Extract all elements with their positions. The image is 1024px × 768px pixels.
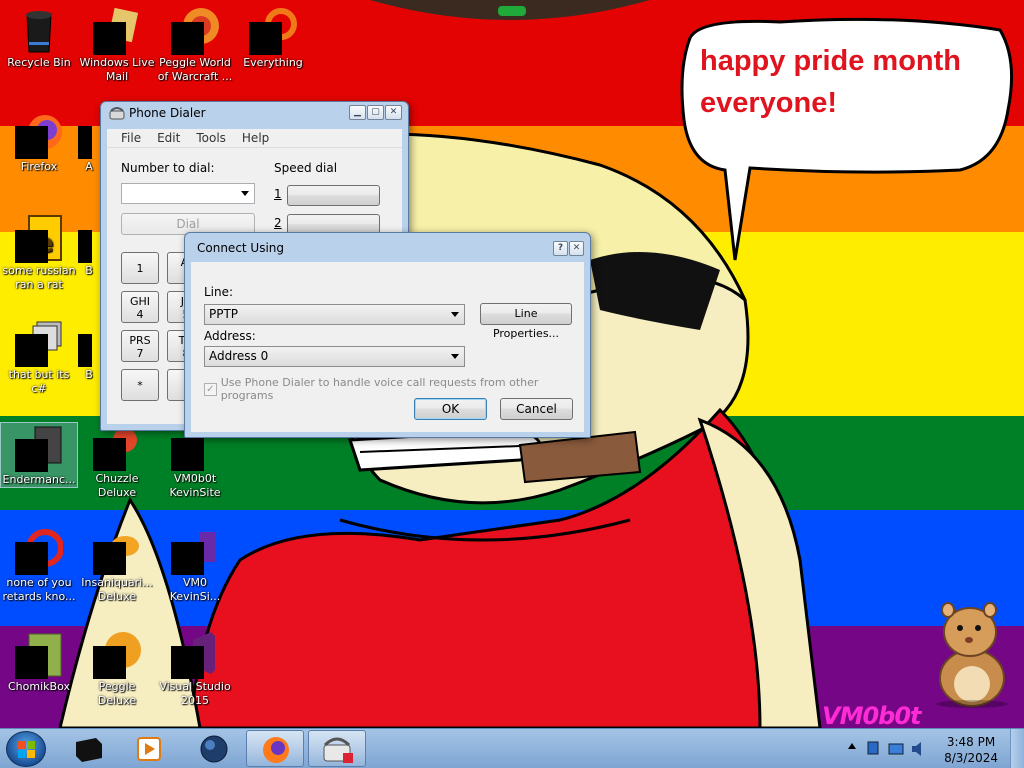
ok-button[interactable]: OK [414,398,487,420]
phone-dialer-menubar: File Edit Tools Help [107,129,402,148]
desktop-icon-hidden-b[interactable]: B [78,214,100,278]
phone-icon [109,107,125,120]
keypad-4[interactable]: GHI 4 [121,291,159,323]
hamster-icon [936,602,1008,708]
desktop-icon-insaniquarium[interactable]: Insaniquari... Deluxe [78,526,156,604]
line-label: Line: [204,285,234,299]
speaker-icon[interactable] [910,740,926,758]
speed-dial-2-label: 2 [274,216,282,230]
phone-dialer-titlebar[interactable]: Phone Dialer ▁ ▢ ✕ [101,102,408,126]
close-button[interactable]: ✕ [385,105,402,120]
menu-file[interactable]: File [113,129,149,147]
taskbar-clock[interactable]: 3:48 PM 8/3/2024 [944,734,998,766]
desktop-icon-chomikbox[interactable]: ChomikBox [0,630,78,694]
phone-dialer-title: Phone Dialer [129,106,206,120]
chevron-down-icon [451,312,459,317]
show-desktop-button[interactable] [1010,729,1024,768]
desktop-icon-hidden-a[interactable]: A [78,110,100,174]
speed-dial-label: Speed dial [274,161,338,175]
keypad-1[interactable]: 1 [121,252,159,284]
keypad-star[interactable]: * [121,369,159,401]
taskbar-app-firefox[interactable] [246,730,304,767]
desktop-icon-endermanch[interactable]: Endermanc... [0,422,78,488]
clock-time: 3:48 PM [946,735,996,749]
chevron-down-icon [451,354,459,359]
network-icon[interactable] [866,740,882,758]
speech-line-1: happy pride month [700,45,961,77]
chevron-down-icon [241,191,249,196]
system-tray: 3:48 PM 8/3/2024 [842,729,1024,768]
desktop-icon-visual-studio[interactable]: Visual Studio 2015 [156,630,234,708]
recycle-bin-icon [26,11,52,53]
desktop-icon-windows-live-mail[interactable]: Windows Live Mail [78,6,156,84]
menu-help[interactable]: Help [234,129,277,147]
number-to-dial-combo[interactable] [121,183,255,204]
desktop-icon-recycle-bin[interactable]: Recycle Bin [0,6,78,70]
taskbar-app-media-player[interactable] [120,730,178,767]
connect-using-dialog: Connect Using ? ✕ Line: PPTP Line Proper… [184,232,591,438]
taskbar: 3:48 PM 8/3/2024 [0,728,1024,768]
display-icon[interactable] [888,741,904,757]
number-to-dial-label: Number to dial: [121,161,215,175]
help-button[interactable]: ? [553,241,568,256]
keypad-7[interactable]: PRS 7 [121,330,159,362]
connect-using-titlebar[interactable]: Connect Using ? ✕ [185,233,590,261]
close-button[interactable]: ✕ [569,241,584,256]
start-button[interactable] [6,731,46,767]
black-box-icon [76,738,102,762]
desktop-icon-everything[interactable]: Everything [234,6,312,70]
desktop-icon-that-but-csharp[interactable]: that but its c# [0,318,78,396]
speech-line-2: everyone! [700,87,838,119]
firefox-icon [263,737,289,763]
desktop-icon-chuzzle[interactable]: Chuzzle Deluxe [78,422,156,500]
taskbar-app-terminal[interactable] [60,730,118,767]
address-label: Address: [204,329,256,343]
line-properties-button[interactable]: Line Properties... [480,303,572,340]
globe-icon [200,735,228,763]
menu-edit[interactable]: Edit [149,129,188,147]
menu-tools[interactable]: Tools [188,129,234,147]
speech-bubble-text: happy pride month everyone! [700,40,1000,124]
speed-dial-1-button[interactable] [287,185,380,206]
desktop-icon-firefox[interactable]: Firefox [0,110,78,174]
maximize-button[interactable]: ▢ [367,105,384,120]
wallpaper-watermark: VM0b0t [822,702,922,728]
desktop-icon-vm0-kevinsite[interactable]: VM0 KevinSi... [156,526,234,604]
connect-using-client: Line: PPTP Line Properties... Address: A… [191,262,584,432]
taskbar-app-globe[interactable] [185,730,243,767]
clock-date: 8/3/2024 [944,751,998,765]
desktop-icon-peggle-deluxe[interactable]: Peggle Deluxe [78,630,156,708]
media-player-icon [137,737,161,761]
line-select[interactable]: PPTP [204,304,465,325]
desktop-icon-none-of-you[interactable]: none of you retards kno... [0,526,78,604]
show-hidden-icons-icon[interactable] [848,743,856,749]
desktop-icon-some-russian[interactable]: e some russian ran a rat [0,214,78,292]
cancel-button[interactable]: Cancel [500,398,573,420]
voice-call-checkbox[interactable]: ✓ [204,382,217,396]
speed-dial-1-label: 1 [274,187,282,201]
desktop-icon-peggle-wow[interactable]: Peggle World of Warcraft ... [156,6,234,84]
taskbar-app-phone-dialer[interactable] [308,730,366,767]
address-select[interactable]: Address 0 [204,346,465,367]
connect-using-title: Connect Using [197,241,285,255]
windows-logo-icon [18,741,35,758]
desktop-icon-hidden-c[interactable]: B [78,318,100,382]
minimize-button[interactable]: ▁ [349,105,366,120]
phone-icon [323,737,353,763]
